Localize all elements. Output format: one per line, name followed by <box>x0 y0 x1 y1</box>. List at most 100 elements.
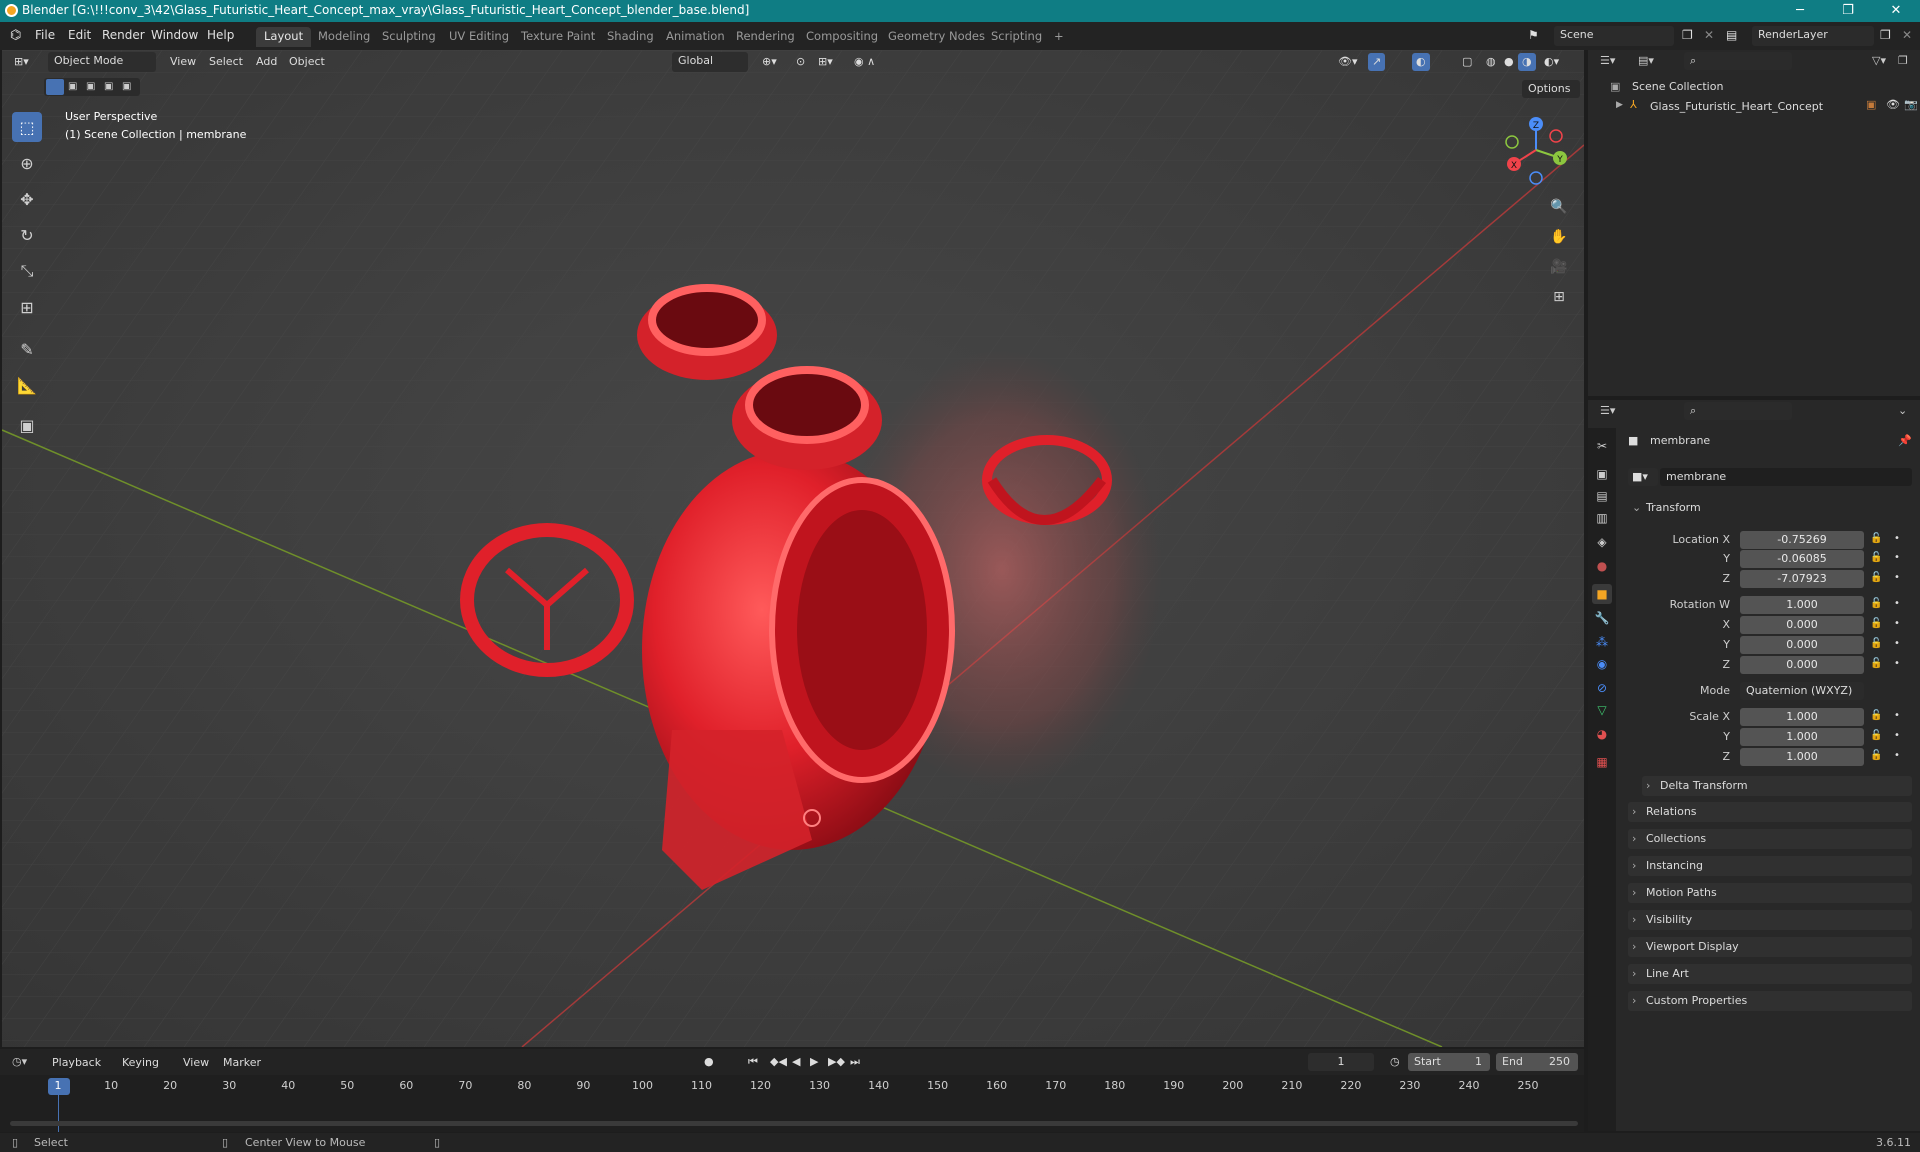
tab-modeling[interactable]: Modeling <box>310 27 378 47</box>
options-dropdown[interactable]: Options <box>1522 80 1580 98</box>
rotation-w-field[interactable]: 1.000 <box>1740 596 1864 614</box>
keyframe-rotation-w-icon[interactable]: • <box>1894 598 1900 609</box>
lock-scale-x-icon[interactable]: 🔓 <box>1870 710 1882 721</box>
menu-select[interactable]: Select <box>205 53 247 71</box>
gizmo-toggle-icon[interactable]: ↗ <box>1368 53 1386 71</box>
pin-icon[interactable]: 📌 <box>1898 434 1912 447</box>
add-workspace-button[interactable]: + <box>1046 27 1072 47</box>
close-button[interactable]: ✕ <box>1876 1 1916 21</box>
overlay-toggle-icon[interactable]: ◐ <box>1412 53 1430 71</box>
properties-editor-icon[interactable]: ☰▾ <box>1600 404 1615 417</box>
render-tab-icon[interactable]: ▣ <box>1592 464 1612 484</box>
location-y-field[interactable]: -0.06085 <box>1740 550 1864 568</box>
object-tab-icon[interactable]: ■ <box>1592 584 1612 604</box>
scale-y-field[interactable]: 1.000 <box>1740 728 1864 746</box>
custom-properties-section[interactable]: › Custom Properties <box>1628 991 1912 1011</box>
rotation-z-field[interactable]: 0.000 <box>1740 656 1864 674</box>
particles-tab-icon[interactable]: ⁂ <box>1592 632 1612 652</box>
visibility-section[interactable]: › Visibility <box>1628 910 1912 930</box>
lock-rotation-w-icon[interactable]: 🔓 <box>1870 598 1882 609</box>
data-tab-icon[interactable]: ▽ <box>1592 700 1612 720</box>
view-layer-tab-icon[interactable]: ▥ <box>1592 508 1612 528</box>
outliner-search-input[interactable]: ⌕ <box>1684 52 1792 70</box>
keyframe-scale-x-icon[interactable]: • <box>1894 710 1900 721</box>
measure-tool-icon[interactable]: 📐 <box>12 370 42 400</box>
output-tab-icon[interactable]: ▤ <box>1592 486 1612 506</box>
object-name-field[interactable]: membrane <box>1660 468 1912 486</box>
keyframe-rotation-y-icon[interactable]: • <box>1894 638 1900 649</box>
pan-hand-icon[interactable]: ✋ <box>1547 225 1571 249</box>
material-shading-icon[interactable]: ◑ <box>1518 53 1536 71</box>
blender-menu-icon[interactable]: ⌬ <box>10 28 21 43</box>
physics-tab-icon[interactable]: ◉ <box>1592 654 1612 674</box>
scale-z-field[interactable]: 1.000 <box>1740 748 1864 766</box>
lock-location-x-icon[interactable]: 🔓 <box>1870 533 1882 544</box>
play-icon[interactable]: ▶ <box>810 1055 818 1068</box>
tab-uv-editing[interactable]: UV Editing <box>441 27 517 47</box>
zoom-icon[interactable]: 🔍 <box>1547 195 1571 219</box>
tab-texture-paint[interactable]: Texture Paint <box>513 27 603 47</box>
relations-section[interactable]: › Relations <box>1628 802 1912 822</box>
end-frame-field[interactable]: End 250 <box>1496 1053 1578 1071</box>
rendered-shading-icon[interactable]: ◐▾ <box>1540 53 1563 71</box>
start-frame-field[interactable]: Start 1 <box>1408 1053 1490 1071</box>
viewport-display-section[interactable]: › Viewport Display <box>1628 937 1912 957</box>
annotate-tool-icon[interactable]: ✎ <box>12 334 42 364</box>
motion-paths-section[interactable]: › Motion Paths <box>1628 883 1912 903</box>
minimize-button[interactable]: ─ <box>1780 1 1820 21</box>
cursor-tool-icon[interactable]: ⊕ <box>12 148 42 178</box>
tab-rendering[interactable]: Rendering <box>728 27 803 47</box>
keyframe-location-x-icon[interactable]: • <box>1894 533 1900 544</box>
play-reverse-icon[interactable]: ◀ <box>792 1055 800 1068</box>
mode-selector[interactable]: Object Mode <box>48 52 156 72</box>
tab-compositing[interactable]: Compositing <box>798 27 886 47</box>
keyframe-rotation-x-icon[interactable]: • <box>1894 618 1900 629</box>
scene-collection-label[interactable]: Scene Collection <box>1632 80 1723 93</box>
select-extend-icon[interactable]: ▣ <box>68 81 77 92</box>
scene-tab-icon[interactable]: ◈ <box>1592 532 1612 552</box>
snap-icon[interactable]: ⊙ <box>792 53 809 71</box>
lock-scale-y-icon[interactable]: 🔓 <box>1870 730 1882 741</box>
keyframe-scale-y-icon[interactable]: • <box>1894 730 1900 741</box>
object-type-selector[interactable]: ■▾ <box>1628 468 1658 486</box>
menu-add[interactable]: Add <box>252 53 281 71</box>
location-x-field[interactable]: -0.75269 <box>1740 531 1864 549</box>
tab-scripting[interactable]: Scripting <box>983 27 1050 47</box>
lock-location-z-icon[interactable]: 🔓 <box>1870 572 1882 583</box>
lock-location-y-icon[interactable]: 🔓 <box>1870 552 1882 563</box>
delete-layer-icon[interactable]: ✕ <box>1902 28 1912 42</box>
outliner-editor-icon[interactable]: ☰▾ <box>1600 54 1615 67</box>
add-cube-tool-icon[interactable]: ▣ <box>12 410 42 440</box>
menu-playback[interactable]: Playback <box>52 1056 101 1069</box>
tab-animation[interactable]: Animation <box>658 27 733 47</box>
prev-keyframe-icon[interactable]: ◆◀ <box>770 1055 787 1068</box>
select-subtract-icon[interactable]: ▣ <box>86 81 95 92</box>
new-layer-icon[interactable]: ❐ <box>1880 28 1891 42</box>
menu-render[interactable]: Render <box>102 28 145 42</box>
menu-file[interactable]: File <box>35 28 55 42</box>
properties-options-icon[interactable]: ⌄ <box>1898 404 1907 417</box>
tab-shading[interactable]: Shading <box>599 27 662 47</box>
select-invert-icon[interactable]: ▣ <box>104 81 113 92</box>
select-new-icon[interactable] <box>46 79 64 95</box>
delete-scene-icon[interactable]: ✕ <box>1704 28 1714 42</box>
keyframe-scale-z-icon[interactable]: • <box>1894 750 1900 761</box>
modifier-tab-icon[interactable]: 🔧 <box>1592 608 1612 628</box>
menu-object[interactable]: Object <box>285 53 329 71</box>
scale-x-field[interactable]: 1.000 <box>1740 708 1864 726</box>
new-scene-icon[interactable]: ❐ <box>1682 28 1693 42</box>
keyframe-location-z-icon[interactable]: • <box>1894 572 1900 583</box>
move-tool-icon[interactable]: ✥ <box>12 184 42 214</box>
texture-tab-icon[interactable]: ▦ <box>1592 752 1612 772</box>
solid-shading-icon[interactable]: ● <box>1500 53 1518 71</box>
scale-tool-icon[interactable]: ⤡ <box>12 256 42 286</box>
rotation-y-field[interactable]: 0.000 <box>1740 636 1864 654</box>
visibility-icon[interactable]: 👁▾ <box>1334 53 1362 71</box>
filter-icon[interactable]: ▽▾ <box>1872 54 1886 67</box>
properties-search-input[interactable]: ⌕ <box>1684 402 1792 420</box>
material-tab-icon[interactable]: ◕ <box>1592 724 1612 744</box>
transform-section[interactable]: ⌄ Transform <box>1628 498 1912 518</box>
expand-arrow-icon[interactable]: ▶ <box>1616 100 1623 110</box>
next-keyframe-icon[interactable]: ▶◆ <box>828 1055 845 1068</box>
editor-type-icon[interactable]: ⊞▾ <box>10 53 33 71</box>
